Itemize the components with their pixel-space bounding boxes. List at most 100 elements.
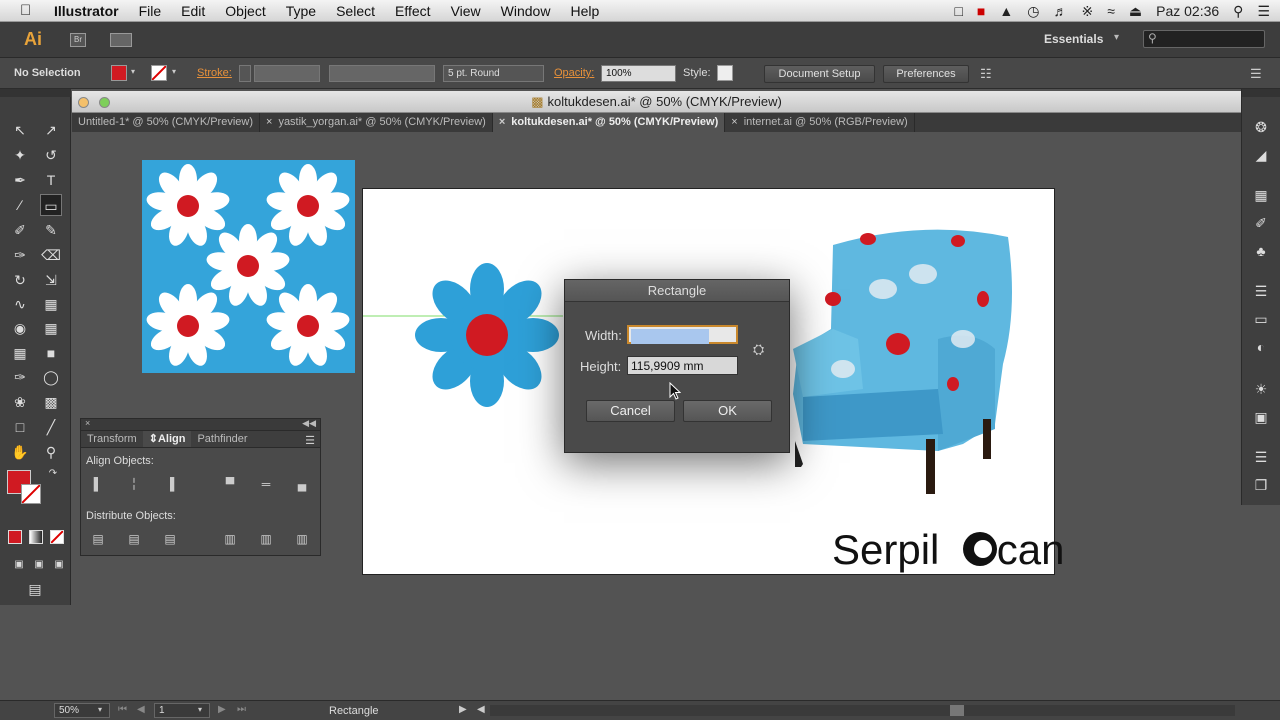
tab-untitled[interactable]: Untitled-1* @ 50% (CMYK/Preview) [72, 113, 260, 132]
warp-tool-icon[interactable]: ∿ [9, 293, 31, 315]
gradient-tool-icon[interactable]: ■ [40, 342, 62, 364]
column-graph-tool-icon[interactable]: ▩ [40, 391, 62, 413]
draw-normal-icon[interactable]: ▣ [8, 554, 30, 576]
mesh-tool-icon[interactable]: ▦ [9, 342, 31, 364]
menu-view[interactable]: View [451, 3, 481, 19]
previous-artboard-icon[interactable]: ◀ [137, 704, 145, 715]
close-icon[interactable]: × [499, 116, 505, 128]
dock-header[interactable] [1242, 89, 1280, 97]
shape-builder-tool-icon[interactable]: ◉ [9, 317, 31, 339]
brush-definition-dropdown[interactable]: 5 pt. Round [443, 65, 544, 82]
chevron-down-icon[interactable]: ▾ [131, 67, 135, 76]
last-artboard-icon[interactable]: ⏭ [237, 704, 246, 715]
panel-menu-icon[interactable]: ☰ [305, 434, 315, 447]
bluetooth-icon[interactable]: ※ [1081, 3, 1093, 20]
free-transform-tool-icon[interactable]: ▦ [40, 293, 62, 315]
bridge-button[interactable]: Br [70, 32, 86, 47]
eject-icon[interactable]: ⏏ [1129, 3, 1142, 20]
draw-behind-icon[interactable]: ▣ [28, 554, 50, 576]
color-guide-icon[interactable]: ◢ [1250, 145, 1272, 165]
cancel-button[interactable]: Cancel [586, 400, 675, 422]
perspective-grid-tool-icon[interactable]: ▦ [40, 317, 62, 339]
color-panel-icon[interactable]: ❂ [1250, 117, 1272, 137]
tab-yastik-yorgan[interactable]: × yastik_yorgan.ai* @ 50% (CMYK/Preview) [260, 113, 493, 132]
zoom-tool-icon[interactable]: ⚲ [40, 441, 62, 463]
distribute-left-icon[interactable]: ▥ [223, 532, 237, 546]
chevron-down-icon[interactable]: ▾ [172, 67, 176, 76]
opacity-label[interactable]: Opacity: [554, 67, 594, 79]
scroll-left-icon[interactable]: ◀ [477, 704, 485, 715]
fill-swatch[interactable] [111, 65, 127, 81]
paintbrush-tool-icon[interactable]: ✐ [9, 219, 31, 241]
scrollbar-thumb[interactable] [950, 705, 964, 716]
symbol-sprayer-tool-icon[interactable]: ❀ [9, 391, 31, 413]
fill-stroke-widget[interactable] [7, 470, 41, 504]
symbols-panel-icon[interactable]: ♣ [1250, 241, 1272, 261]
pattern-tile[interactable] [142, 160, 355, 373]
appearance-panel-icon[interactable]: ☀ [1250, 379, 1272, 399]
artboard-tool-icon[interactable]: □ [9, 416, 31, 438]
color-mode-icon[interactable] [8, 530, 22, 544]
tools-panel-header[interactable] [0, 89, 71, 97]
status-menu-icon[interactable]: ▶ [459, 704, 467, 715]
distribute-top-icon[interactable]: ▤ [91, 532, 105, 546]
swap-colors-icon[interactable]: ↷ [46, 467, 60, 481]
align-left-icon[interactable]: ▌ [91, 477, 105, 491]
zoom-button[interactable] [99, 97, 110, 108]
graphic-style-swatch[interactable] [717, 65, 733, 81]
tab-pathfinder[interactable]: Pathfinder [191, 431, 253, 447]
next-artboard-icon[interactable]: ▶ [218, 704, 226, 715]
menu-select[interactable]: Select [336, 3, 375, 19]
camera-icon[interactable]: □ [954, 3, 962, 19]
menu-illustrator[interactable]: Illustrator [54, 3, 119, 19]
screen-mode-icon[interactable]: ▤ [24, 578, 46, 600]
distribute-bottom-icon[interactable]: ▤ [163, 532, 177, 546]
list-icon[interactable]: ☰ [1257, 3, 1270, 20]
arrange-documents-button[interactable] [110, 32, 132, 47]
record-icon[interactable]: ■ [977, 3, 985, 19]
pencil-tool-icon[interactable]: ✎ [40, 219, 62, 241]
ok-button[interactable]: OK [683, 400, 772, 422]
minimize-button[interactable] [78, 97, 89, 108]
chevron-down-icon[interactable]: ▾ [1114, 32, 1119, 43]
direct-selection-tool-icon[interactable]: ↗ [40, 119, 62, 141]
first-artboard-icon[interactable]: ⏮ [118, 704, 127, 715]
gradient-panel-icon[interactable]: ▭ [1250, 309, 1272, 329]
close-icon[interactable]: × [266, 116, 272, 128]
volume-icon[interactable]: ♬ [1053, 3, 1067, 19]
blob-brush-tool-icon[interactable]: ✑ [9, 244, 31, 266]
distribute-vertical-center-icon[interactable]: ▤ [127, 532, 141, 546]
height-input[interactable] [627, 356, 738, 375]
document-setup-button[interactable]: Document Setup [764, 65, 875, 83]
menu-edit[interactable]: Edit [181, 3, 205, 19]
magic-wand-tool-icon[interactable]: ✦ [9, 144, 31, 166]
transparency-panel-icon[interactable]: ◐ [1250, 337, 1272, 357]
swatches-panel-icon[interactable]: ▦ [1250, 185, 1272, 205]
panel-menu-icon[interactable]: ☰ [1250, 66, 1262, 82]
close-icon[interactable]: × [85, 418, 90, 428]
panel-header[interactable]: × ◀◀ [81, 418, 320, 431]
help-search-input[interactable]: ⚲ [1143, 30, 1265, 48]
menu-object[interactable]: Object [225, 3, 265, 19]
lasso-tool-icon[interactable]: ↺ [40, 144, 62, 166]
slice-tool-icon[interactable]: ╱ [40, 416, 62, 438]
chevron-down-icon[interactable]: ▾ [198, 705, 202, 714]
chevron-down-icon[interactable]: ▾ [98, 705, 102, 714]
timemachine-icon[interactable]: ◷ [1027, 3, 1039, 20]
horizontal-scrollbar[interactable] [490, 705, 1235, 716]
preferences-button[interactable]: Preferences [883, 65, 969, 83]
rectangle-tool-icon[interactable]: ▭ [40, 194, 62, 216]
align-top-icon[interactable]: ▀ [223, 477, 237, 491]
stroke-panel-icon[interactable]: ☰ [1250, 281, 1272, 301]
tab-koltukdesen[interactable]: × koltukdesen.ai* @ 50% (CMYK/Preview) [492, 113, 726, 132]
stroke-color-box[interactable] [21, 484, 41, 504]
align-horizontal-center-icon[interactable]: ╎ [127, 477, 141, 491]
variable-width-dropdown[interactable] [329, 65, 435, 82]
wifi-icon[interactable]: ≈ [1107, 3, 1115, 19]
align-right-icon[interactable]: ▐ [163, 477, 177, 491]
pen-tool-icon[interactable]: ✒ [9, 169, 31, 191]
close-icon[interactable]: × [731, 116, 737, 128]
none-mode-icon[interactable] [50, 530, 64, 544]
arrange-icon[interactable]: ☷ [980, 66, 992, 82]
tab-align[interactable]: ⇕Align [142, 431, 192, 447]
